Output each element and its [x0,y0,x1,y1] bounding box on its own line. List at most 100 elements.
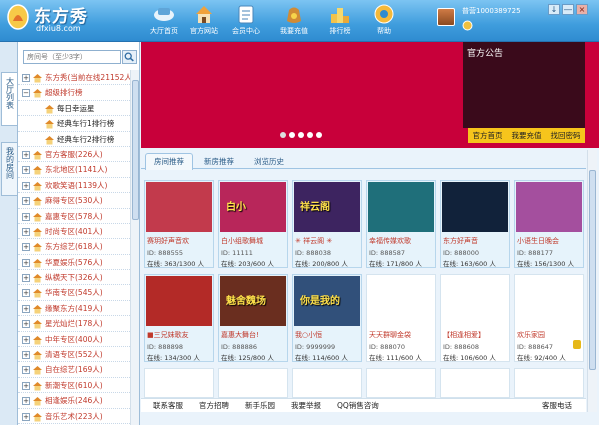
left-scrollbar[interactable] [130,70,139,425]
room-card[interactable]: ■三兄妹歌友 ID: 888898 在线: 134/300 人 [144,274,214,362]
tree-item[interactable]: 经典车行1排行榜 [18,116,130,132]
newbie-park-link[interactable]: 新手乐园 [245,400,275,411]
banner-dot[interactable] [307,132,313,138]
contact-service-link[interactable]: 联系客服 [153,400,183,411]
expand-toggle-icon[interactable]: + [22,197,30,206]
room-online: 在线: 163/600 人 [443,260,496,268]
room-id: ID: 888898 [147,343,183,351]
tree-item[interactable]: 经典车行2排行榜 [18,132,130,147]
expand-toggle-icon[interactable]: + [22,289,30,298]
recruitment-link[interactable]: 官方招聘 [199,400,229,411]
left-scrollbar-thumb[interactable] [132,80,139,220]
official-home-link[interactable]: 官方首页 [473,130,503,141]
tab-my-rooms[interactable]: 我的房间 [1,142,17,196]
search-button[interactable] [122,50,137,64]
report-link[interactable]: 我要举报 [291,400,321,411]
tree-item[interactable]: + 新潮专区(610人) [18,378,130,394]
room-id: ID: 888587 [369,249,405,257]
expand-toggle-icon[interactable]: − [22,89,30,98]
tab-recommended[interactable]: 房间推荐 [145,153,193,170]
expand-toggle-icon[interactable]: + [22,212,30,221]
expand-toggle-icon[interactable]: + [22,397,30,406]
nav-help-button[interactable]: 帮助 [364,2,404,40]
tree-item[interactable]: + 音乐艺术(223人) [18,409,130,424]
tree-item[interactable]: + 华南专区(545人) [18,285,130,301]
minimize-button[interactable]: ― [562,4,574,15]
tree-item[interactable]: + 官方客服(226人) [18,147,130,163]
expand-toggle-icon[interactable]: + [22,258,30,267]
expand-toggle-icon[interactable]: + [22,150,30,159]
tree-item[interactable]: + 中年专区(400人) [18,332,130,348]
tree-item[interactable]: + 缘聚东方(419人) [18,301,130,317]
expand-toggle-icon[interactable]: + [22,227,30,236]
room-card[interactable]: 天天群聊金袋 ID: 888070 在线: 111/600 人 [366,274,436,362]
nav-member-center-button[interactable]: 会员中心 [226,2,266,40]
house-icon [33,197,42,206]
avatar[interactable] [437,8,455,26]
tree-item[interactable]: + 星光灿烂(178人) [18,316,130,332]
tree-item[interactable]: + 欢歌笑语(1139人) [18,178,130,194]
banner-dot[interactable] [298,132,304,138]
expand-toggle-icon[interactable]: + [22,381,30,390]
tree-item[interactable]: − 超级排行榜 [18,85,130,101]
nav-recharge-button[interactable]: 我要充值 [274,2,314,40]
recharge-link[interactable]: 我要充值 [512,130,542,141]
tree-item[interactable]: + 东北地区(1141人) [18,162,130,178]
nav-ranking-button[interactable]: 排行榜 [320,2,360,40]
room-search-input[interactable] [23,50,121,64]
room-online: 在线: 111/600 人 [369,354,422,362]
room-card[interactable]: 欢乐家园 ID: 888647 在线: 92/400 人 [514,274,584,362]
room-card[interactable]: 白小 白小组歌舞城 ID: 11111 在线: 203/600 人 [218,180,288,268]
tree-item[interactable]: + 华夏娱乐(576人) [18,255,130,271]
expand-toggle-icon[interactable]: + [22,304,30,313]
expand-toggle-icon[interactable]: + [22,412,30,421]
room-card-placeholder [514,368,584,398]
room-card[interactable]: 东方好声音 ID: 888000 在线: 163/600 人 [440,180,510,268]
qq-sales-link[interactable]: QQ销售咨询 [337,400,379,411]
settings-dropdown-button[interactable]: ↓ [548,4,560,15]
house-icon [33,166,42,175]
tree-item[interactable]: + 嘉惠专区(578人) [18,209,130,224]
expand-toggle-icon[interactable]: + [22,243,30,252]
expand-toggle-icon[interactable]: + [22,335,30,344]
tree-item[interactable]: + 清语专区(552人) [18,347,130,363]
tree-item[interactable]: + 麻得专区(530人) [18,193,130,209]
expand-toggle-icon[interactable]: + [22,320,30,329]
recover-password-link[interactable]: 找回密码 [551,130,581,141]
expand-toggle-icon[interactable]: + [22,166,30,175]
tab-lobby-list[interactable]: 大厅列表 [1,72,17,126]
close-button[interactable]: × [576,4,588,15]
tree-item-count: (178人) [75,319,103,329]
banner-dot[interactable] [289,132,295,138]
room-card[interactable]: 赛玥好声音欢 ID: 888555 在线: 363/1300 人 [144,180,214,268]
expand-toggle-icon[interactable]: + [22,74,30,82]
tree-item-count: (576人) [75,257,103,267]
banner-dot[interactable] [316,132,322,138]
right-scrollbar[interactable] [587,150,597,412]
room-card[interactable]: 你是我的 我○小恒 ID: 9999999 在线: 114/600 人 [292,274,362,362]
nav-lobby-button[interactable]: 大厅首页 [144,2,184,40]
room-card[interactable]: 幸福传媒欢歌 ID: 888587 在线: 171/800 人 [366,180,436,268]
room-card[interactable]: 魅舍魏场 嘉惠大舞台! ID: 888886 在线: 125/800 人 [218,274,288,362]
expand-toggle-icon[interactable]: + [22,351,30,360]
room-card[interactable]: 祥云阁 ✳ 祥云阁 ✳ ID: 888038 在线: 200/800 人 [292,180,362,268]
tree-item[interactable]: + 自在综艺(169人) [18,362,130,378]
expand-toggle-icon[interactable]: + [22,181,30,190]
banner-dot[interactable] [280,132,286,138]
tree-item[interactable]: + 东方综艺(618人) [18,239,130,255]
tab-history[interactable]: 浏览历史 [245,153,293,170]
room-card[interactable]: 【相逢相爱】 ID: 888608 在线: 106/600 人 [440,274,510,362]
expand-toggle-icon[interactable]: + [22,274,30,283]
tree-item[interactable]: + 东方秀(当前在线21152人) [18,70,135,86]
expand-toggle-icon[interactable]: + [22,366,30,375]
right-scrollbar-thumb[interactable] [589,170,596,370]
tree-item[interactable]: + 相逢娱乐(246人) [18,393,130,409]
room-thumbnail: 祥云阁 [294,182,360,232]
tree-item[interactable]: + 时尚专区(401人) [18,224,130,240]
tab-new-rooms[interactable]: 新房推荐 [195,153,243,170]
tree-item[interactable]: + 纵横天下(326人) [18,270,130,286]
tree-item[interactable]: 每日幸运星 [18,101,130,117]
service-phone-link[interactable]: 客服电话 [542,400,572,411]
nav-official-site-button[interactable]: 官方网站 [184,2,224,40]
room-card[interactable]: 小语生日晚会 ID: 888177 在线: 156/1300 人 [514,180,584,268]
